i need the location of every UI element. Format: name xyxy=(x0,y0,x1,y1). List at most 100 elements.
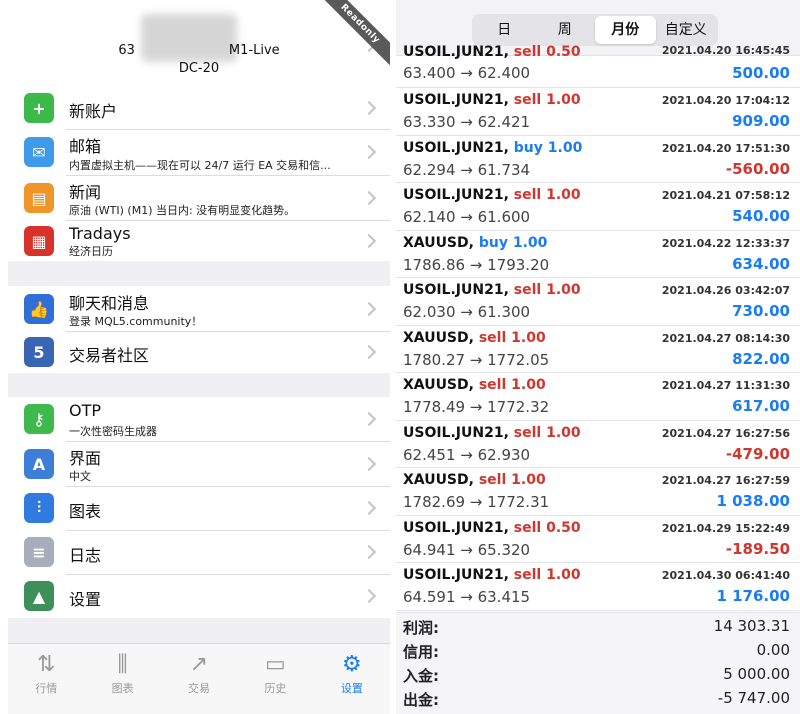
tab-5[interactable]: ⚙ 设置 xyxy=(314,644,390,714)
account-header[interactable]: 63 M1-Live DC-20 Readonly xyxy=(8,0,390,86)
trade-side: sell xyxy=(513,282,542,298)
trade-symbol-line: USOIL.JUN21, sell 1.00 xyxy=(403,92,581,108)
trade-history-list[interactable]: USOIL.JUN21, sell 0.50 2021.04.20 16:45:4… xyxy=(396,44,800,611)
menu-item[interactable]: ✉ 邮箱 内置虚拟主机——现在可以 24/7 运行 EA 交易和信... xyxy=(8,129,390,175)
trade-row[interactable]: USOIL.JUN21, sell 1.00 2021.04.27 16:27:5… xyxy=(396,421,800,468)
menu-item[interactable]: ▤ 新闻 原油 (WTI) (M1) 当日内: 没有明显变化趋势。 xyxy=(8,175,390,220)
period-tab[interactable]: 月份 xyxy=(595,16,656,44)
trade-symbol-line: USOIL.JUN21, sell 1.00 xyxy=(403,187,581,203)
trade-price: 1778.49 → 1772.32 xyxy=(403,398,550,416)
menu-item-title: 界面 xyxy=(69,449,102,468)
period-segmented-control: 日周月份 自定义 xyxy=(472,14,718,46)
trade-symbol-line: XAUUSD, buy 1.00 xyxy=(403,235,547,251)
trade-time: 2021.04.30 06:41:40 xyxy=(661,569,790,582)
chevron-right-icon xyxy=(361,344,377,360)
menu-item-title: 图表 xyxy=(69,502,102,521)
language-icon: A xyxy=(24,449,54,479)
period-tab[interactable]: 周 xyxy=(535,16,596,44)
trade-price: 62.030 → 61.300 xyxy=(403,303,531,321)
otp-key-icon: ⚷ xyxy=(24,404,54,434)
settings-panel: 63 M1-Live DC-20 Readonly + 新账户 ✉ 邮箱 内置虚拟主机——… xyxy=(8,0,390,714)
tab-2[interactable]: ⫼ 图表 xyxy=(84,644,160,714)
trade-side: buy xyxy=(478,234,508,251)
trade-row[interactable]: XAUUSD, buy 1.00 2021.04.22 12:33:37 1786.… xyxy=(396,231,800,278)
tab-label: 设置 xyxy=(340,682,363,695)
menu-item-title: 日志 xyxy=(69,546,102,565)
trade-row[interactable]: USOIL.JUN21, sell 1.00 2021.04.21 07:58:1… xyxy=(396,183,800,231)
trade-volume: 1.00 xyxy=(511,329,546,346)
account-name: DC-20 xyxy=(178,61,220,76)
trade-volume: 0.50 xyxy=(546,44,581,60)
trade-row[interactable]: USOIL.JUN21, sell 1.00 2021.04.30 06:41:4… xyxy=(396,563,800,611)
trade-row[interactable]: XAUUSD, sell 1.00 2021.04.27 08:14:30 1780… xyxy=(396,326,800,373)
trade-row[interactable]: USOIL.JUN21, sell 0.50 2021.04.29 15:22:4… xyxy=(396,516,800,563)
trade-row[interactable]: USOIL.JUN21, sell 0.50 2021.04.20 16:45:4… xyxy=(396,44,800,88)
trade-symbol-line: USOIL.JUN21, buy 1.00 xyxy=(403,140,582,156)
chevron-right-icon xyxy=(361,100,377,116)
summary-row: 出金: -5 747.00 xyxy=(396,685,800,709)
trade-side: sell xyxy=(478,377,507,393)
chevron-right-icon xyxy=(361,411,377,427)
chevron-right-icon xyxy=(361,144,377,160)
tab-label: 行情 xyxy=(35,682,58,695)
summary-value: 5 000.00 xyxy=(723,665,790,683)
trade-row[interactable]: XAUUSD, sell 1.00 2021.04.27 11:31:30 1778… xyxy=(396,373,800,421)
trade-symbol: XAUUSD, xyxy=(403,377,474,393)
menu-item[interactable]: ▲ 设置 xyxy=(8,574,390,618)
tab-1[interactable]: ⇅ 行情 xyxy=(8,644,84,714)
calendar-icon: ▦ xyxy=(24,226,54,256)
tab-3[interactable]: ↗ 交易 xyxy=(161,644,237,714)
menu-item[interactable]: 👍 聊天和消息 登录 MQL5.community！ xyxy=(8,286,390,331)
summary-label: 出金: xyxy=(403,691,439,709)
journal-icon: ≡ xyxy=(24,537,54,567)
quotes-icon: ⇅ xyxy=(36,652,56,677)
trade-time: 2021.04.20 16:45:45 xyxy=(661,44,790,57)
period-tab[interactable]: 自定义 xyxy=(656,16,717,44)
trade-symbol-line: XAUUSD, sell 1.00 xyxy=(403,472,546,488)
trade-price: 63.330 → 62.421 xyxy=(403,113,531,131)
trade-side: sell xyxy=(513,519,542,536)
trade-profit: 909.00 xyxy=(732,112,790,130)
trade-volume: 1.00 xyxy=(546,282,581,298)
trade-profit: 617.00 xyxy=(732,397,790,415)
trade-row[interactable]: USOIL.JUN21, buy 1.00 2021.04.20 17:51:30… xyxy=(396,136,800,183)
chat-thumb-icon: 👍 xyxy=(24,294,54,324)
menu-group-3: ⚷ OTP 一次性密码生成器 A 界面 中文 ⫶ 图表 ≡ 日志 ▲ 设置 xyxy=(8,397,390,618)
trade-price: 1786.86 → 1793.20 xyxy=(403,255,550,274)
summary-value: 14 303.31 xyxy=(713,617,790,635)
trade-row[interactable]: XAUUSD, sell 1.00 2021.04.27 16:27:59 1782… xyxy=(396,468,800,516)
trade-side: sell xyxy=(513,187,542,203)
menu-item-title: 新账户 xyxy=(69,102,118,121)
trade-row[interactable]: USOIL.JUN21, sell 1.00 2021.04.20 17:04:1… xyxy=(396,88,800,136)
trade-symbol: XAUUSD, xyxy=(403,329,474,346)
trade-symbol: USOIL.JUN21, xyxy=(403,92,509,108)
menu-item[interactable]: + 新账户 xyxy=(8,86,390,129)
menu-item[interactable]: A 界面 中文 xyxy=(8,441,390,486)
trade-profit: 730.00 xyxy=(732,302,790,320)
summary-row: 信用: 0.00 xyxy=(396,637,800,661)
menu-item-title: 聊天和消息 xyxy=(69,294,150,313)
menu-item[interactable]: ⚷ OTP 一次性密码生成器 xyxy=(8,397,390,441)
chevron-right-icon xyxy=(361,588,377,604)
trade-symbol-line: XAUUSD, sell 1.00 xyxy=(403,330,546,346)
trade-row[interactable]: USOIL.JUN21, sell 1.00 2021.04.26 03:42:0… xyxy=(396,278,800,326)
trade-price: 64.941 → 65.320 xyxy=(403,540,531,559)
trade-profit: 822.00 xyxy=(732,349,790,368)
tab-4[interactable]: ▭ 历史 xyxy=(237,644,313,714)
trade-profit: -479.00 xyxy=(725,444,790,463)
history-panel: 日周月份 自定义 USOIL.JUN21, sell 0.50 2021.04.20… xyxy=(396,0,800,714)
trade-time: 2021.04.27 16:27:59 xyxy=(661,474,790,487)
trade-side: sell xyxy=(478,329,507,346)
trade-symbol-line: USOIL.JUN21, sell 0.50 xyxy=(403,520,581,536)
menu-item[interactable]: 5 交易者社区 xyxy=(8,331,390,373)
trade-price: 62.294 → 61.734 xyxy=(403,160,531,179)
menu-item[interactable]: ≡ 日志 xyxy=(8,530,390,574)
menu-item[interactable]: ▦ Tradays 经济日历 xyxy=(8,220,390,261)
menu-item[interactable]: ⫶ 图表 xyxy=(8,486,390,530)
trade-time: 2021.04.20 17:51:30 xyxy=(661,141,790,155)
menu-item-title: 交易者社区 xyxy=(69,346,150,365)
period-tab[interactable]: 日 xyxy=(474,16,535,44)
trade-symbol: USOIL.JUN21, xyxy=(403,519,509,536)
trade-symbol: XAUUSD, xyxy=(403,472,474,488)
history-summary: 利润: 14 303.31 信用: 0.00 入金: 5 000.00 出金: -5 747.… xyxy=(396,612,800,714)
